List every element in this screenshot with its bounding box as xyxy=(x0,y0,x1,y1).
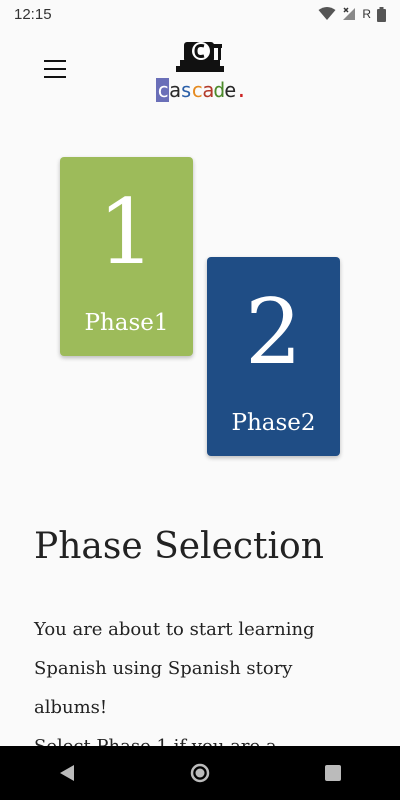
signal-label: R xyxy=(362,7,371,21)
recents-square-icon[interactable] xyxy=(303,753,363,793)
phase-1-card[interactable]: 1 Phase1 xyxy=(60,157,193,356)
intro-line: You are about to start learning xyxy=(34,619,315,640)
intro-line: Spanish using Spanish story xyxy=(34,658,293,679)
phase-1-number: 1 xyxy=(97,180,156,285)
phase-2-number: 2 xyxy=(244,280,303,385)
wifi-icon xyxy=(318,7,336,20)
page-title: Phase Selection xyxy=(34,526,324,567)
back-triangle-icon[interactable] xyxy=(37,753,97,793)
logo-wordmark: cascade. xyxy=(156,78,247,102)
phase-2-card[interactable]: 2 Phase2 xyxy=(207,257,340,456)
phase-2-label: Phase2 xyxy=(231,410,316,436)
battery-icon xyxy=(377,6,386,22)
intro-text: You are about to start learning Spanish … xyxy=(34,610,364,766)
intro-line: albums! xyxy=(34,697,108,718)
app-header: cascade. xyxy=(0,28,400,108)
status-bar: 12:15 R xyxy=(0,0,400,28)
logo-typewriter-icon xyxy=(176,42,224,72)
status-icons: R xyxy=(318,6,386,22)
cascade-logo[interactable]: cascade. xyxy=(150,34,250,106)
hamburger-menu-icon[interactable] xyxy=(40,54,70,84)
system-navigation-bar xyxy=(0,746,400,800)
status-time: 12:15 xyxy=(14,5,52,23)
no-signal-icon xyxy=(343,7,356,20)
phase-1-label: Phase1 xyxy=(84,310,169,336)
home-circle-icon[interactable] xyxy=(170,753,230,793)
